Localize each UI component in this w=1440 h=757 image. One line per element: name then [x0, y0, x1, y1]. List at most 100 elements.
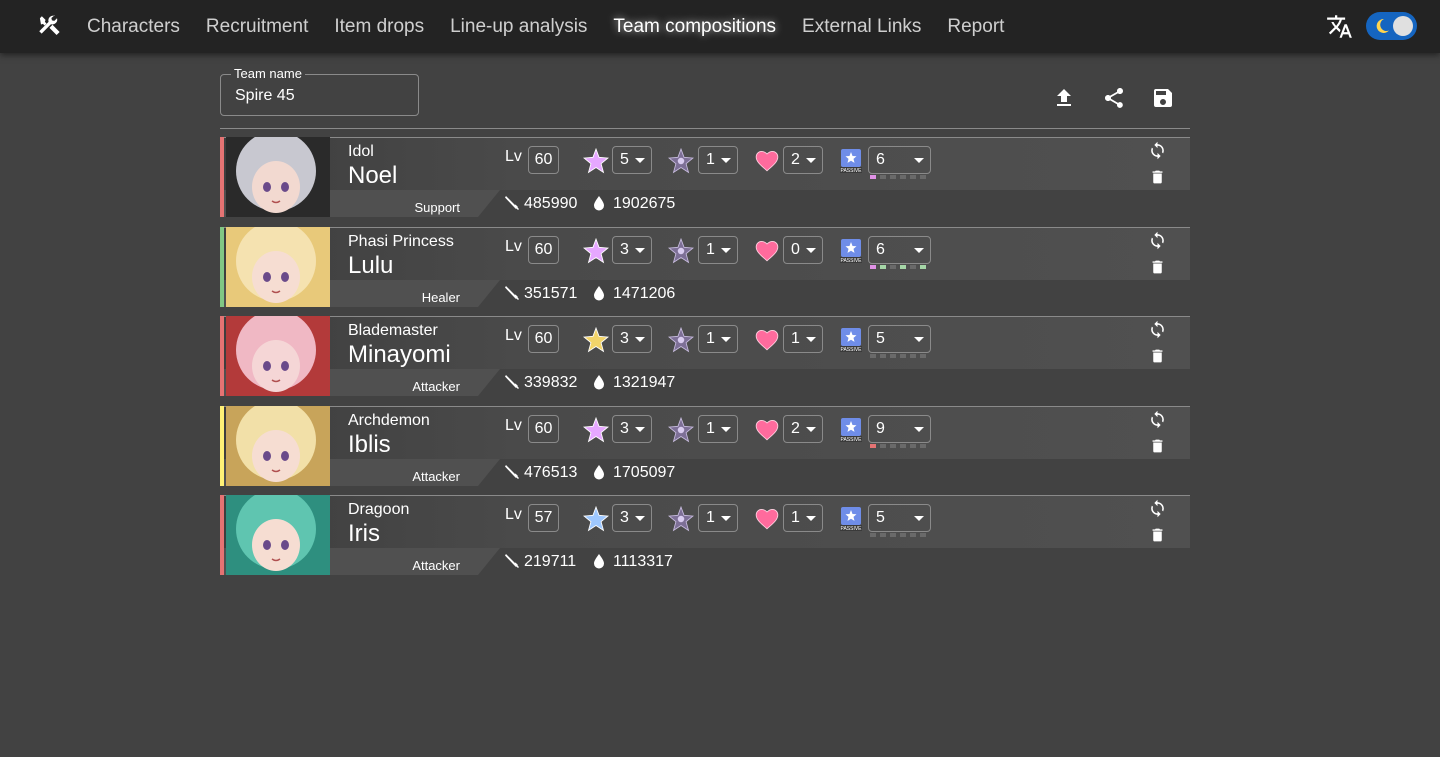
nav-link-line-up-analysis[interactable]: Line-up analysis: [437, 16, 600, 38]
passive-icon: PASSIVE: [840, 507, 862, 532]
sword-icon: [505, 554, 519, 568]
team-name-field[interactable]: Team name Spire 45: [220, 67, 419, 116]
delete-icon[interactable]: [1149, 258, 1166, 276]
attack-value: 351571: [524, 285, 578, 302]
svg-text:PASSIVE: PASSIVE: [840, 526, 862, 532]
hp-value: 1471206: [613, 285, 676, 302]
passive-progress: [870, 444, 926, 448]
nav-link-external-links[interactable]: External Links: [789, 16, 934, 38]
awakening-icon: [668, 506, 694, 532]
love-select[interactable]: 2: [783, 415, 823, 443]
passive-select[interactable]: 9: [868, 415, 931, 443]
star-select[interactable]: 3: [612, 415, 652, 443]
star-select[interactable]: 3: [612, 504, 652, 532]
delete-icon[interactable]: [1149, 437, 1166, 455]
upload-icon[interactable]: [1052, 86, 1076, 110]
role-color-bar: [220, 406, 224, 486]
tools-icon[interactable]: [36, 13, 62, 39]
team-name-label: Team name: [231, 67, 305, 81]
sword-icon: [505, 286, 519, 300]
passive-progress: [870, 175, 926, 179]
awakening-select[interactable]: 1: [698, 236, 738, 264]
love-select[interactable]: 1: [783, 504, 823, 532]
role-color-bar: [220, 227, 224, 307]
passive-select[interactable]: 6: [868, 146, 931, 174]
character-portrait[interactable]: [226, 316, 330, 396]
awakening-icon: [668, 417, 694, 443]
nav-link-item-drops[interactable]: Item drops: [321, 16, 437, 38]
save-icon[interactable]: [1151, 86, 1175, 110]
sword-icon: [505, 375, 519, 389]
top-nav: Characters Recruitment Item drops Line-u…: [0, 0, 1440, 53]
heart-icon: [755, 509, 779, 530]
passive-progress: [870, 533, 926, 537]
level-input[interactable]: 60: [528, 415, 559, 443]
awakening-icon: [668, 238, 694, 264]
star-select[interactable]: 3: [612, 236, 652, 264]
character-title: Dragoon: [348, 501, 410, 518]
share-icon[interactable]: [1102, 86, 1126, 110]
love-select[interactable]: 0: [783, 236, 823, 264]
refresh-icon[interactable]: [1148, 410, 1167, 429]
refresh-icon[interactable]: [1148, 231, 1167, 250]
nav-link-characters[interactable]: Characters: [74, 16, 193, 38]
delete-icon[interactable]: [1149, 526, 1166, 544]
character-title: Blademaster: [348, 322, 438, 339]
nav-link-report[interactable]: Report: [934, 16, 1017, 38]
svg-text:PASSIVE: PASSIVE: [840, 437, 862, 443]
attack-value: 219711: [524, 553, 577, 570]
character-portrait[interactable]: [226, 227, 330, 307]
svg-text:PASSIVE: PASSIVE: [840, 258, 862, 264]
delete-icon[interactable]: [1149, 347, 1166, 365]
level-input[interactable]: 60: [528, 146, 559, 174]
hp-value: 1705097: [613, 464, 676, 481]
character-title: Phasi Princess: [348, 233, 454, 250]
passive-progress: [870, 354, 926, 358]
nav-links: Characters Recruitment Item drops Line-u…: [74, 0, 1017, 53]
nav-link-team-compositions[interactable]: Team compositions: [600, 16, 789, 38]
awakening-select[interactable]: 1: [698, 325, 738, 353]
refresh-icon[interactable]: [1148, 141, 1167, 160]
heart-icon: [755, 420, 779, 441]
theme-toggle[interactable]: [1366, 12, 1417, 40]
hp-value: 1902675: [613, 195, 676, 212]
love-select[interactable]: 2: [783, 146, 823, 174]
attack-value: 485990: [524, 195, 578, 212]
character-name: Minayomi: [348, 341, 451, 368]
passive-icon: PASSIVE: [840, 239, 862, 264]
level-input[interactable]: 60: [528, 236, 559, 264]
character-role: Healer: [421, 290, 460, 305]
refresh-icon[interactable]: [1148, 320, 1167, 339]
character-row: Phasi Princess Lulu Healer Lv 60 3 1 0 P…: [220, 227, 1190, 307]
refresh-icon[interactable]: [1148, 499, 1167, 518]
awakening-select[interactable]: 1: [698, 146, 738, 174]
awakening-select[interactable]: 1: [698, 504, 738, 532]
character-portrait[interactable]: [226, 495, 330, 575]
love-select[interactable]: 1: [783, 325, 823, 353]
sword-icon: [505, 196, 519, 210]
passive-icon: PASSIVE: [840, 418, 862, 443]
passive-progress: [870, 265, 926, 269]
awakening-select[interactable]: 1: [698, 415, 738, 443]
character-name: Lulu: [348, 252, 394, 279]
passive-select[interactable]: 5: [868, 325, 931, 353]
level-label: Lv: [505, 148, 522, 165]
character-title: Archdemon: [348, 412, 430, 429]
character-portrait[interactable]: [226, 406, 330, 486]
character-row: Dragoon Iris Attacker Lv 57 3 1 1 PASSIV…: [220, 495, 1190, 575]
character-name: Noel: [348, 162, 398, 189]
translate-icon[interactable]: [1326, 13, 1353, 40]
level-label: Lv: [505, 417, 522, 434]
star-select[interactable]: 5: [612, 146, 652, 174]
star-select[interactable]: 3: [612, 325, 652, 353]
drop-icon: [594, 286, 604, 301]
nav-link-recruitment[interactable]: Recruitment: [193, 16, 321, 38]
delete-icon[interactable]: [1149, 168, 1166, 186]
passive-select[interactable]: 6: [868, 236, 931, 264]
svg-text:PASSIVE: PASSIVE: [840, 347, 862, 353]
level-input[interactable]: 57: [528, 504, 559, 532]
level-input[interactable]: 60: [528, 325, 559, 353]
passive-select[interactable]: 5: [868, 504, 931, 532]
team-name-value[interactable]: Spire 45: [235, 87, 295, 105]
character-portrait[interactable]: [226, 137, 330, 217]
